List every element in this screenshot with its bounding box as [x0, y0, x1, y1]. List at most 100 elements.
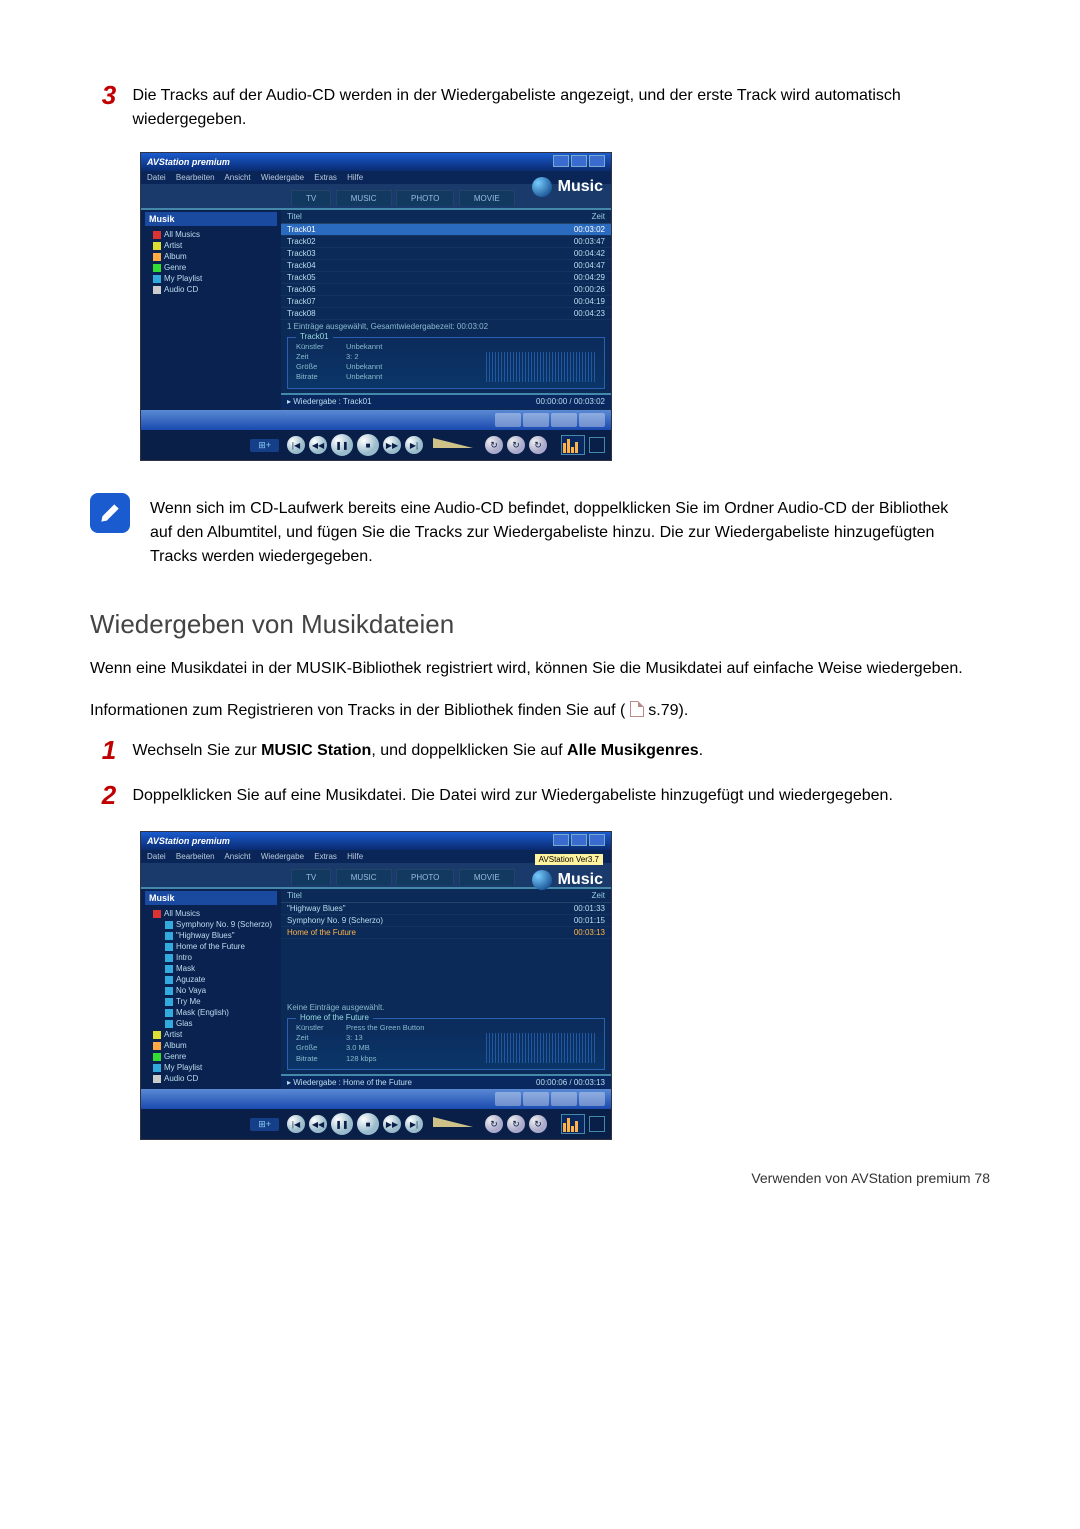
- side-track[interactable]: Intro: [145, 952, 277, 963]
- tab-photo[interactable]: PHOTO: [396, 869, 454, 885]
- info-title: Home of the Future: [296, 1013, 373, 1022]
- menu-hilfe[interactable]: Hilfe: [347, 173, 363, 182]
- note: Wenn sich im CD-Laufwerk bereits eine Au…: [90, 493, 990, 569]
- shuffle-icon[interactable]: ↻: [529, 1115, 547, 1133]
- add-button[interactable]: ⊞+: [250, 1118, 279, 1131]
- menu-extras[interactable]: Extras: [314, 852, 337, 861]
- side-all-musics[interactable]: All Musics: [145, 229, 277, 240]
- repeat-icon[interactable]: ↻: [485, 1115, 503, 1133]
- menu-extras[interactable]: Extras: [314, 173, 337, 182]
- stop-icon[interactable]: ■: [357, 1113, 379, 1135]
- tab-movie[interactable]: MOVIE: [459, 869, 515, 885]
- list-row[interactable]: Track0600:00:26: [281, 284, 611, 296]
- now-playing-time: 00:00:06 / 00:03:13: [536, 1078, 605, 1087]
- side-track[interactable]: "Highway Blues": [145, 930, 277, 941]
- side-audio-cd[interactable]: Audio CD: [145, 1073, 277, 1084]
- repeat-one-icon[interactable]: ↻: [507, 1115, 525, 1133]
- track-info: Track01 KünstlerUnbekannt Zeit3: 2 Größe…: [287, 337, 605, 389]
- side-audio-cd[interactable]: Audio CD: [145, 284, 277, 295]
- side-album[interactable]: Album: [145, 251, 277, 262]
- side-genre[interactable]: Genre: [145, 262, 277, 273]
- shuffle-icon[interactable]: ↻: [529, 436, 547, 454]
- page-footer: Verwenden von AVStation premium 78: [90, 1170, 990, 1186]
- side-artist[interactable]: Artist: [145, 1029, 277, 1040]
- skip-start-icon[interactable]: |◀: [287, 436, 305, 454]
- version-badge: AVStation Ver3.7: [535, 854, 603, 865]
- side-track[interactable]: No Vaya: [145, 985, 277, 996]
- action-button[interactable]: [551, 1092, 577, 1106]
- volume-slider[interactable]: [433, 1117, 473, 1131]
- tab-tv[interactable]: TV: [291, 190, 331, 206]
- tab-music[interactable]: MUSIC: [336, 869, 392, 885]
- menu-bearbeiten[interactable]: Bearbeiten: [176, 173, 215, 182]
- repeat-icon[interactable]: ↻: [485, 436, 503, 454]
- side-track[interactable]: Try Me: [145, 996, 277, 1007]
- playback-strip: Wiedergabe : Track01 00:00:00 / 00:03:02: [281, 393, 611, 408]
- side-track[interactable]: Home of the Future: [145, 941, 277, 952]
- window-buttons[interactable]: [551, 155, 605, 169]
- pause-icon[interactable]: ❚❚: [331, 434, 353, 456]
- side-artist[interactable]: Artist: [145, 240, 277, 251]
- menu-datei[interactable]: Datei: [147, 852, 166, 861]
- tab-photo[interactable]: PHOTO: [396, 190, 454, 206]
- side-my-playlist[interactable]: My Playlist: [145, 1062, 277, 1073]
- side-track[interactable]: Mask (English): [145, 1007, 277, 1018]
- col-title: Titel: [287, 212, 555, 221]
- volume-slider[interactable]: [433, 438, 473, 452]
- brand: Music: [532, 177, 603, 197]
- brand-orb-icon: [532, 870, 552, 890]
- rewind-icon[interactable]: ◀◀: [309, 436, 327, 454]
- forward-icon[interactable]: ▶▶: [383, 1115, 401, 1133]
- list-row[interactable]: Track0800:04:23: [281, 308, 611, 320]
- skip-end-icon[interactable]: ▶|: [405, 436, 423, 454]
- corner-button[interactable]: [589, 437, 605, 453]
- corner-button[interactable]: [589, 1116, 605, 1132]
- list-row[interactable]: "Highway Blues"00:01:33: [281, 903, 611, 915]
- list-row[interactable]: Track0700:04:19: [281, 296, 611, 308]
- action-button[interactable]: [495, 1092, 521, 1106]
- menu-bearbeiten[interactable]: Bearbeiten: [176, 852, 215, 861]
- side-my-playlist[interactable]: My Playlist: [145, 273, 277, 284]
- pause-icon[interactable]: ❚❚: [331, 1113, 353, 1135]
- action-button[interactable]: [579, 413, 605, 427]
- stop-icon[interactable]: ■: [357, 434, 379, 456]
- equalizer-icon[interactable]: [561, 1114, 585, 1134]
- action-button[interactable]: [523, 1092, 549, 1106]
- add-button[interactable]: ⊞+: [250, 439, 279, 452]
- side-track[interactable]: Aguzate: [145, 974, 277, 985]
- list-row[interactable]: Home of the Future00:03:13: [281, 927, 611, 939]
- menu-hilfe[interactable]: Hilfe: [347, 852, 363, 861]
- menu-wiedergabe[interactable]: Wiedergabe: [261, 173, 304, 182]
- tab-music[interactable]: MUSIC: [336, 190, 392, 206]
- skip-end-icon[interactable]: ▶|: [405, 1115, 423, 1133]
- action-button[interactable]: [523, 413, 549, 427]
- side-all-musics[interactable]: All Musics: [145, 908, 277, 919]
- list-row[interactable]: Symphony No. 9 (Scherzo)00:01:15: [281, 915, 611, 927]
- list-row[interactable]: Track0400:04:47: [281, 260, 611, 272]
- menu-ansicht[interactable]: Ansicht: [224, 852, 250, 861]
- action-button[interactable]: [579, 1092, 605, 1106]
- list-row[interactable]: Track0500:04:29: [281, 272, 611, 284]
- action-button[interactable]: [551, 413, 577, 427]
- list-row[interactable]: Track0300:04:42: [281, 248, 611, 260]
- side-track[interactable]: Symphony No. 9 (Scherzo): [145, 919, 277, 930]
- window-buttons[interactable]: [551, 834, 605, 848]
- tab-movie[interactable]: MOVIE: [459, 190, 515, 206]
- rewind-icon[interactable]: ◀◀: [309, 1115, 327, 1133]
- tab-tv[interactable]: TV: [291, 869, 331, 885]
- menu-wiedergabe[interactable]: Wiedergabe: [261, 852, 304, 861]
- menu-ansicht[interactable]: Ansicht: [224, 173, 250, 182]
- action-button[interactable]: [495, 413, 521, 427]
- list-row[interactable]: Track0100:03:02: [281, 224, 611, 236]
- side-genre[interactable]: Genre: [145, 1051, 277, 1062]
- repeat-one-icon[interactable]: ↻: [507, 436, 525, 454]
- list-row[interactable]: Track0200:03:47: [281, 236, 611, 248]
- section-p1: Wenn eine Musikdatei in der MUSIK-Biblio…: [90, 656, 990, 682]
- forward-icon[interactable]: ▶▶: [383, 436, 401, 454]
- skip-start-icon[interactable]: |◀: [287, 1115, 305, 1133]
- side-track[interactable]: Glas: [145, 1018, 277, 1029]
- side-track[interactable]: Mask: [145, 963, 277, 974]
- menu-datei[interactable]: Datei: [147, 173, 166, 182]
- equalizer-icon[interactable]: [561, 435, 585, 455]
- side-album[interactable]: Album: [145, 1040, 277, 1051]
